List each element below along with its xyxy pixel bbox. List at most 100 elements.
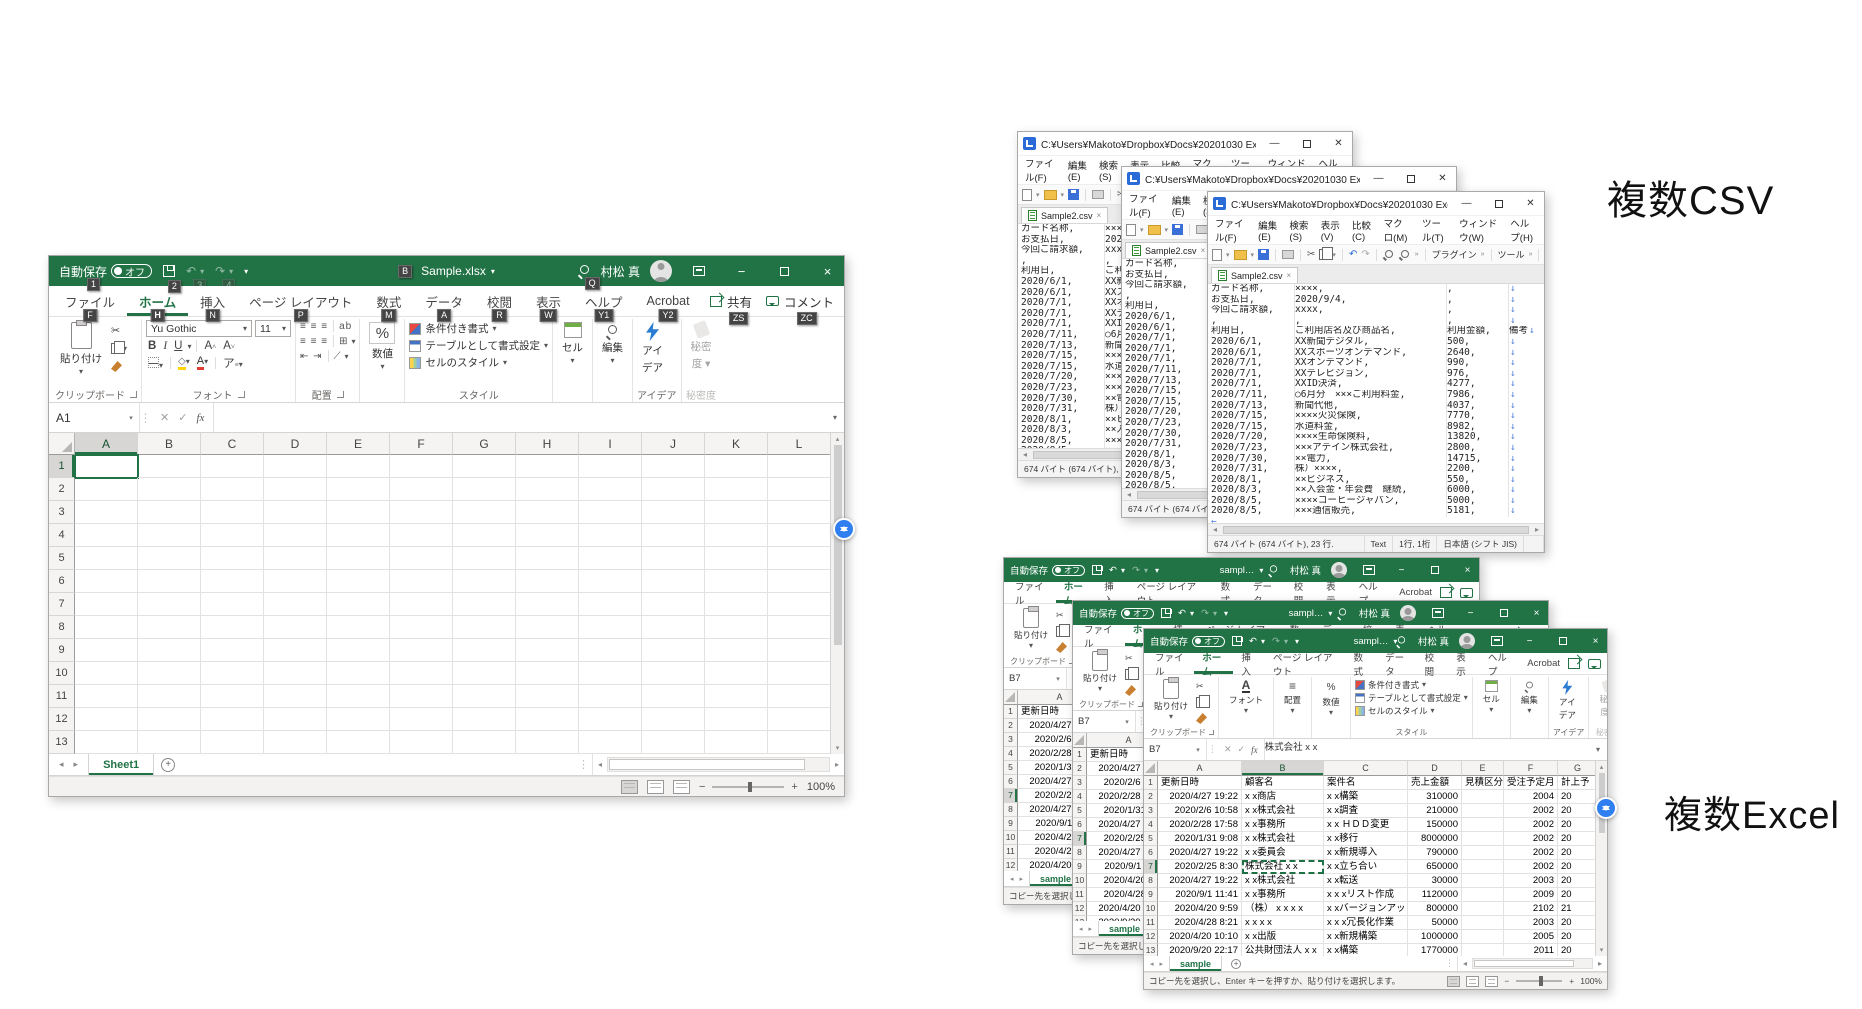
title-dropdown-icon[interactable]: ▾ xyxy=(491,267,495,276)
cell[interactable] xyxy=(453,478,516,501)
expand-formula-bar-icon[interactable]: ▾ xyxy=(1589,739,1607,760)
row-header[interactable]: 4 xyxy=(1073,790,1087,804)
enter-entry-icon[interactable]: ✓ xyxy=(178,411,187,424)
cell[interactable] xyxy=(264,639,327,662)
cell[interactable]: 310000 xyxy=(1408,790,1462,804)
column-header[interactable]: A xyxy=(75,433,138,455)
cell[interactable]: x x商店 xyxy=(1242,790,1324,804)
cell[interactable] xyxy=(138,616,201,639)
row-header[interactable]: 10 xyxy=(1073,874,1087,888)
cell[interactable] xyxy=(264,478,327,501)
paste-button[interactable]: 貼り付け▾ xyxy=(1079,650,1121,693)
column-header[interactable]: K xyxy=(705,433,768,455)
autosave-toggle[interactable]: 自動保存 オフ xyxy=(1150,634,1225,648)
cell[interactable]: 2002 xyxy=(1504,832,1558,846)
cell[interactable] xyxy=(516,731,579,754)
horizontal-scrollbar[interactable]: ◂ ▸ xyxy=(1208,523,1544,535)
cell[interactable] xyxy=(75,593,138,616)
cell[interactable] xyxy=(453,731,516,754)
vertical-align-buttons[interactable]: ≡ ≡ ≡ xyxy=(300,321,328,332)
minimize-button[interactable]: − xyxy=(1518,629,1541,653)
row-header[interactable]: 9 xyxy=(1073,860,1087,874)
cell[interactable] xyxy=(579,478,642,501)
save-button[interactable]: 2 xyxy=(163,265,175,277)
comments-icon[interactable] xyxy=(1460,588,1473,598)
cell[interactable] xyxy=(264,455,327,478)
row-header[interactable]: 5 xyxy=(49,547,75,570)
cell[interactable]: 20 xyxy=(1558,860,1595,874)
cell[interactable] xyxy=(264,501,327,524)
cell[interactable]: 2003 xyxy=(1504,916,1558,930)
save-icon[interactable] xyxy=(1258,249,1269,260)
title-bar[interactable]: C:¥Users¥Makoto¥Dropbox¥Docs¥20201030 Ex… xyxy=(1208,192,1544,216)
cell[interactable] xyxy=(768,616,830,639)
redo-button[interactable]: ↷▾ xyxy=(1132,565,1148,576)
cell[interactable] xyxy=(390,708,453,731)
row-header[interactable]: 12 xyxy=(1004,859,1018,871)
cell[interactable]: 2020/4/28 8:21 xyxy=(1158,916,1242,930)
scroll-up-icon[interactable]: ▴ xyxy=(836,435,840,443)
paste-button[interactable]: 貼り付け▾ xyxy=(1010,607,1052,650)
horizontal-scrollbar[interactable]: ◂ ▸ xyxy=(1457,956,1607,971)
cell[interactable] xyxy=(579,570,642,593)
new-sheet-button[interactable]: + xyxy=(1222,956,1250,971)
row-header[interactable]: 8 xyxy=(1144,874,1158,888)
sheet-tab[interactable]: Sheet1 xyxy=(88,754,154,775)
close-button[interactable]: × xyxy=(1456,558,1479,582)
name-box-dropdown-icon[interactable]: ▾ xyxy=(1190,739,1207,760)
cell[interactable] xyxy=(1462,930,1504,944)
redo-button[interactable]: ↷▾ 4 xyxy=(215,264,233,278)
cell[interactable] xyxy=(768,455,830,478)
editing-button[interactable]: 編集▾ xyxy=(1515,678,1544,714)
cell[interactable]: 2020/1/31 9:08 xyxy=(1158,832,1242,846)
cell[interactable] xyxy=(327,731,390,754)
column-header[interactable]: G xyxy=(1558,761,1595,776)
ribbon-tab[interactable]: ファイル xyxy=(1007,582,1056,603)
cell[interactable]: 2002 xyxy=(1504,846,1558,860)
cell[interactable] xyxy=(768,708,830,731)
name-box-dropdown-icon[interactable]: ▾ xyxy=(1050,668,1067,689)
ribbon-tab[interactable]: データA xyxy=(413,286,475,316)
cell[interactable]: x x x冗長化作業 xyxy=(1324,916,1408,930)
cell[interactable] xyxy=(1462,888,1504,902)
cell[interactable] xyxy=(327,593,390,616)
cell[interactable] xyxy=(75,639,138,662)
undo-button[interactable]: ↶▾ xyxy=(1109,565,1125,576)
cell[interactable] xyxy=(1462,818,1504,832)
ribbon-tab[interactable]: 数式 xyxy=(1346,653,1378,674)
row-header[interactable]: 12 xyxy=(49,708,75,731)
cell[interactable] xyxy=(201,616,264,639)
maximize-button[interactable] xyxy=(1485,192,1512,215)
ribbon-tab[interactable]: ファイル xyxy=(1147,653,1194,674)
redo-button[interactable]: ↷▾ xyxy=(1201,608,1217,619)
cell[interactable] xyxy=(579,708,642,731)
enter-entry-icon[interactable]: ✓ xyxy=(1238,744,1246,755)
name-box[interactable]: B7 xyxy=(1004,668,1050,689)
cut-button[interactable]: ✂ xyxy=(1196,680,1207,693)
cell[interactable] xyxy=(1462,860,1504,874)
cell[interactable] xyxy=(75,455,138,478)
cell[interactable] xyxy=(327,547,390,570)
row-header[interactable]: 11 xyxy=(1144,916,1158,930)
column-header[interactable]: G xyxy=(453,433,516,455)
cell[interactable]: 2102 xyxy=(1504,902,1558,916)
open-file-icon[interactable] xyxy=(1148,225,1161,235)
cell[interactable]: 210000 xyxy=(1408,804,1462,818)
row-header[interactable]: 7 xyxy=(1144,860,1158,874)
formula-input[interactable] xyxy=(214,403,826,432)
cell[interactable]: 2003 xyxy=(1504,874,1558,888)
cell[interactable]: 20 xyxy=(1558,804,1595,818)
menu-item[interactable]: 編集(E) xyxy=(1258,218,1278,243)
cell[interactable] xyxy=(327,570,390,593)
user-name[interactable]: 村松 真 xyxy=(1290,563,1321,577)
scroll-up-icon[interactable]: ▴ xyxy=(1600,763,1604,771)
cell[interactable] xyxy=(768,478,830,501)
new-file-icon[interactable] xyxy=(1022,189,1032,201)
scroll-left-icon[interactable]: ◂ xyxy=(593,760,607,769)
comments-icon[interactable] xyxy=(1588,659,1601,669)
cell[interactable] xyxy=(1462,832,1504,846)
format-as-table-button[interactable]: テーブルとして書式設定▾ xyxy=(1355,691,1468,704)
cell[interactable] xyxy=(75,708,138,731)
close-tab-icon[interactable]: × xyxy=(1287,271,1292,280)
cell[interactable]: x x xリスト作成 xyxy=(1324,888,1408,902)
